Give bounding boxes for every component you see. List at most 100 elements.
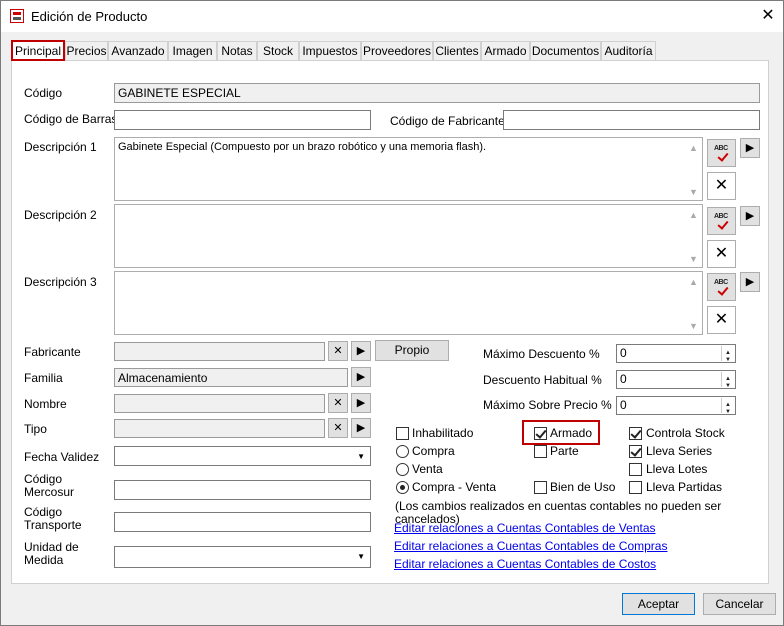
tipo-field[interactable] — [114, 419, 325, 438]
familia-field[interactable]: Almacenamiento — [114, 368, 348, 387]
clear-desc3-button[interactable]: ✕ — [707, 306, 736, 334]
familia-label: Familia — [24, 371, 63, 385]
descuento-habitual-label: Descuento Habitual % — [483, 373, 602, 387]
close-icon[interactable]: ✕ — [756, 6, 780, 26]
cuentas-ventas-link[interactable]: Editar relaciones a Cuentas Contables de… — [394, 521, 656, 535]
venta-radio[interactable] — [396, 463, 409, 476]
fabricante-field[interactable] — [114, 342, 325, 361]
unidad-label-line2: Medida — [24, 553, 64, 567]
scroll-down-icon[interactable]: ▼ — [689, 254, 698, 264]
compra-label: Compra — [412, 444, 455, 458]
dropdown-arrow-icon[interactable]: ▼ — [357, 452, 365, 461]
tab-clientes[interactable]: Clientes — [433, 41, 481, 60]
desc2-textarea[interactable]: ▲ ▼ — [114, 204, 703, 268]
bien-de-uso-label: Bien de Uso — [550, 480, 616, 494]
mercosur-field[interactable] — [114, 480, 371, 500]
cuentas-costos-link[interactable]: Editar relaciones a Cuentas Contables de… — [394, 557, 656, 571]
controla-stock-label: Controla Stock — [646, 426, 725, 440]
tab-armado[interactable]: Armado — [481, 41, 530, 60]
scroll-up-icon[interactable]: ▲ — [689, 277, 698, 287]
desc1-arrow-button[interactable]: ▶ — [740, 138, 760, 158]
clear-nombre-button[interactable]: ✕ — [328, 393, 348, 413]
tab-imagen[interactable]: Imagen — [168, 41, 217, 60]
cancelar-button[interactable]: Cancelar — [703, 593, 776, 615]
controla-stock-checkbox[interactable] — [629, 427, 642, 440]
tab-proveedores[interactable]: Proveedores — [361, 41, 433, 60]
tab-principal[interactable]: Principal — [11, 40, 65, 61]
window-title: Edición de Producto — [31, 9, 148, 24]
spin-down-icon[interactable]: ▼ — [725, 354, 731, 367]
max-sobre-precio-spinner[interactable]: 0 ▲ ▼ — [616, 396, 736, 415]
clear-desc2-button[interactable]: ✕ — [707, 240, 736, 268]
clear-desc1-button[interactable]: ✕ — [707, 172, 736, 200]
barras-label: Código de Barras — [24, 112, 118, 126]
desc3-arrow-button[interactable]: ▶ — [740, 272, 760, 292]
clear-fabricante-button[interactable]: ✕ — [328, 341, 348, 361]
aceptar-button[interactable]: Aceptar — [622, 593, 695, 615]
codigo-field[interactable]: GABINETE ESPECIAL — [114, 83, 760, 103]
scroll-up-icon[interactable]: ▲ — [689, 143, 698, 153]
nombre-label: Nombre — [24, 397, 67, 411]
desc1-textarea[interactable]: Gabinete Especial (Compuesto por un braz… — [114, 137, 703, 201]
tab-stock[interactable]: Stock — [257, 41, 299, 60]
spellcheck-desc3-button[interactable]: ABC — [707, 273, 736, 301]
title-bar: Edición de Producto ✕ — [1, 1, 783, 32]
lleva-series-checkbox[interactable] — [629, 445, 642, 458]
tab-documentos[interactable]: Documentos — [530, 41, 601, 60]
tab-notas[interactable]: Notas — [217, 41, 257, 60]
fecha-validez-label: Fecha Validez — [24, 450, 100, 464]
nombre-field[interactable] — [114, 394, 325, 413]
armado-label: Armado — [550, 426, 593, 440]
spellcheck-desc1-button[interactable]: ABC — [707, 139, 736, 167]
inhabilitado-label: Inhabilitado — [412, 426, 474, 440]
tab-precios[interactable]: Precios — [65, 41, 108, 60]
parte-checkbox[interactable] — [534, 445, 547, 458]
tab-avanzado[interactable]: Avanzado — [108, 41, 168, 60]
unidad-medida-dropdown[interactable]: ▼ — [114, 546, 371, 568]
nombre-arrow-button[interactable]: ▶ — [351, 393, 371, 413]
lleva-series-label: Lleva Series — [646, 444, 713, 458]
spin-down-icon[interactable]: ▼ — [725, 380, 731, 393]
parte-label: Parte — [550, 444, 579, 458]
compra-radio[interactable] — [396, 445, 409, 458]
desc3-textarea[interactable]: ▲ ▼ — [114, 271, 703, 335]
cuentas-compras-link[interactable]: Editar relaciones a Cuentas Contables de… — [394, 539, 667, 553]
armado-checkbox[interactable] — [534, 427, 547, 440]
product-edit-window: Edición de Producto ✕ Principal Precios … — [0, 0, 784, 626]
spin-down-icon[interactable]: ▼ — [725, 406, 731, 419]
desc2-label: Descripción 2 — [24, 208, 97, 222]
propio-button[interactable]: Propio — [375, 340, 449, 361]
lleva-partidas-checkbox[interactable] — [629, 481, 642, 494]
familia-arrow-button[interactable]: ▶ — [351, 367, 371, 387]
max-descuento-label: Máximo Descuento % — [483, 347, 600, 361]
desc3-label: Descripción 3 — [24, 275, 97, 289]
desc2-scrollbar[interactable]: ▲ ▼ — [685, 205, 702, 267]
desc2-arrow-button[interactable]: ▶ — [740, 206, 760, 226]
desc1-scrollbar[interactable]: ▲ ▼ — [685, 138, 702, 200]
desc3-scrollbar[interactable]: ▲ ▼ — [685, 272, 702, 334]
tipo-label: Tipo — [24, 422, 47, 436]
fecha-validez-dropdown[interactable]: ▼ — [114, 446, 371, 466]
transporte-field[interactable] — [114, 512, 371, 532]
tipo-arrow-button[interactable]: ▶ — [351, 418, 371, 438]
codigo-fabricante-field[interactable] — [503, 110, 760, 130]
compra-venta-radio[interactable] — [396, 481, 409, 494]
max-sobre-precio-value: 0 — [620, 398, 627, 412]
dropdown-arrow-icon[interactable]: ▼ — [357, 552, 365, 561]
inhabilitado-checkbox[interactable] — [396, 427, 409, 440]
clear-tipo-button[interactable]: ✕ — [328, 418, 348, 438]
scroll-down-icon[interactable]: ▼ — [689, 321, 698, 331]
desc1-text: Gabinete Especial (Compuesto por un braz… — [118, 141, 487, 153]
max-descuento-spinner[interactable]: 0 ▲ ▼ — [616, 344, 736, 363]
scroll-down-icon[interactable]: ▼ — [689, 187, 698, 197]
barras-field[interactable] — [114, 110, 371, 130]
compra-venta-label: Compra - Venta — [412, 480, 497, 494]
tab-impuestos[interactable]: Impuestos — [299, 41, 361, 60]
scroll-up-icon[interactable]: ▲ — [689, 210, 698, 220]
descuento-habitual-spinner[interactable]: 0 ▲ ▼ — [616, 370, 736, 389]
spellcheck-desc2-button[interactable]: ABC — [707, 207, 736, 235]
bien-de-uso-checkbox[interactable] — [534, 481, 547, 494]
tab-auditoria[interactable]: Auditoría — [601, 41, 656, 60]
lleva-lotes-checkbox[interactable] — [629, 463, 642, 476]
fabricante-arrow-button[interactable]: ▶ — [351, 341, 371, 361]
